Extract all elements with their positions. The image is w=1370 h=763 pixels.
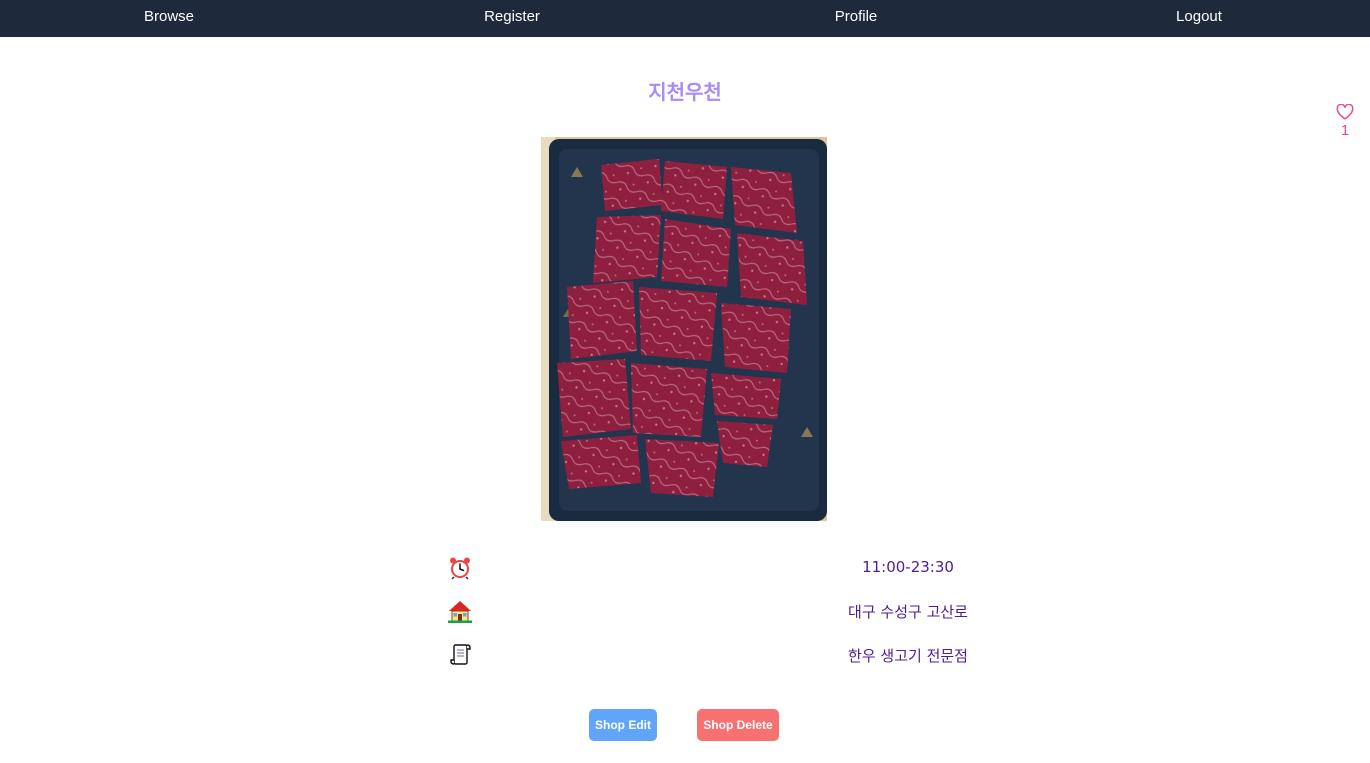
top-navbar: Browse Register Profile Logout: [0, 0, 1370, 37]
scroll-icon: [448, 643, 472, 667]
nav-register-link[interactable]: Register: [484, 0, 540, 37]
shop-description: 한우 생고기 전문점: [848, 647, 968, 665]
nav-logout-link[interactable]: Logout: [1176, 0, 1222, 37]
shop-title: 지천우천: [648, 80, 722, 104]
nav-browse-link[interactable]: Browse: [144, 0, 194, 37]
like-count: 1: [1340, 122, 1350, 139]
house-icon: [448, 599, 472, 623]
heart-icon[interactable]: [1336, 104, 1354, 120]
shop-delete-button[interactable]: Shop Delete: [697, 709, 779, 741]
like-button[interactable]: 1: [1330, 104, 1360, 139]
shop-photo: [541, 137, 827, 521]
shop-address: 대구 수성구 고산로: [848, 603, 968, 621]
shop-hours: 11:00-23:30: [862, 558, 954, 576]
shop-edit-button[interactable]: Shop Edit: [589, 709, 657, 741]
nav-profile-link[interactable]: Profile: [835, 0, 878, 37]
alarm-clock-icon: [448, 556, 472, 580]
